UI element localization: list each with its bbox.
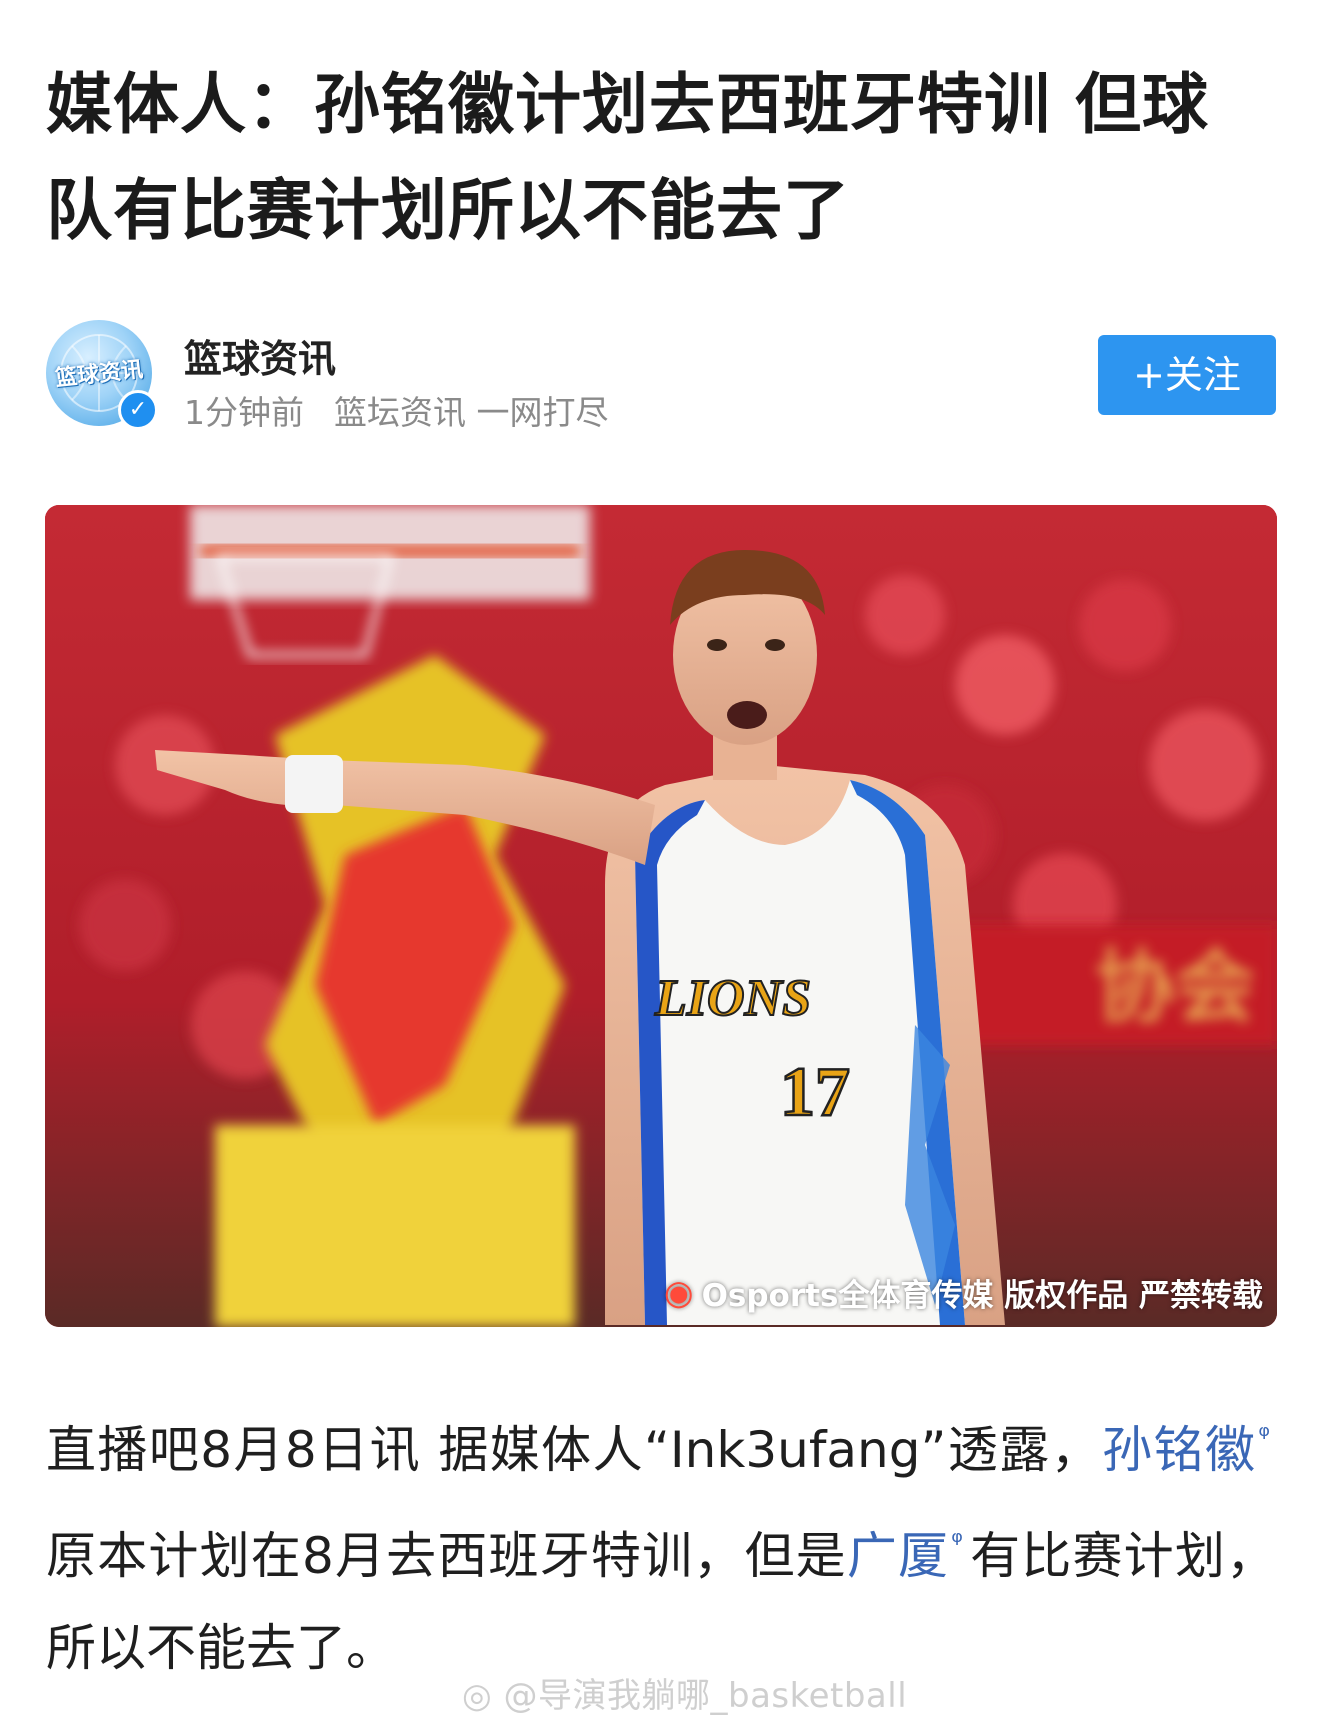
search-link-icon[interactable]: ᵠ <box>951 1525 963 1558</box>
author-row: 篮球资讯 ✓ 篮球资讯 1分钟前 篮坛资讯 一网打尽 <box>46 320 1276 432</box>
author-bio: 篮坛资讯 一网打尽 <box>334 393 609 432</box>
photo-watermark-text: Osports全体育传媒 版权作品 严禁转载 <box>701 1278 1263 1314</box>
jersey-text: LIONS <box>654 970 811 1027</box>
svg-text:协会: 协会 <box>1095 943 1255 1032</box>
article-title: 媒体人：孙铭徽计划去西班牙特训 但球队有比赛计划所以不能去了 <box>46 66 1209 249</box>
follow-button[interactable]: +关注 <box>1098 335 1276 415</box>
player-link[interactable]: 孙铭徽 <box>1102 1421 1256 1479</box>
photo-watermark: ◉ Osports全体育传媒 版权作品 严禁转载 <box>664 1270 1263 1315</box>
avatar[interactable]: 篮球资讯 ✓ <box>46 320 158 430</box>
verified-check-icon: ✓ <box>118 390 158 430</box>
weibo-logo-icon: ◎ <box>462 1676 493 1716</box>
weibo-watermark: ◎ @导演我躺哪_basketball <box>462 1668 907 1717</box>
article-body: 直播吧8月8日讯 据媒体人“Ink3ufang”透露，孙铭徽ᵠ原本计划在8月去西… <box>46 1390 1276 1694</box>
weibo-watermark-text: @导演我躺哪_basketball <box>503 1676 908 1716</box>
post-time: 1分钟前 <box>184 393 304 432</box>
author-name[interactable]: 篮球资讯 <box>184 328 336 383</box>
search-link-icon[interactable]: ᵠ <box>1258 1419 1270 1452</box>
osports-logo-icon: ◉ <box>663 1272 694 1313</box>
team-link[interactable]: 广厦 <box>847 1527 949 1585</box>
body-text-part1: 直播吧8月8日讯 据媒体人“Ink3ufang”透露， <box>46 1421 1103 1479</box>
body-text-part2: 原本计划在8月去西班牙特训，但是 <box>46 1527 847 1585</box>
author-meta: 1分钟前 篮坛资讯 一网打尽 <box>184 386 609 434</box>
jersey-number: 17 <box>780 1054 850 1131</box>
article-photo[interactable]: 协会 LIONS 17 ◉ Osports全体育传媒 版权作品 严禁转载 <box>45 505 1277 1327</box>
player-photo-illustration: 协会 LIONS 17 <box>45 505 1277 1327</box>
